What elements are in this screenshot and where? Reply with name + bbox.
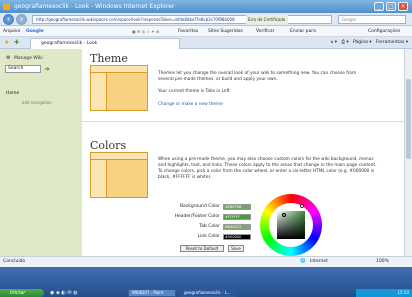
colors-preview-image bbox=[90, 152, 148, 198]
toolbar-icons: ▣ ✉ ◎ ☆ ✦ ⊕ bbox=[132, 29, 160, 34]
search-go-icon[interactable]: ➜ bbox=[44, 65, 50, 73]
current-theme-label: Your current theme is bbox=[158, 89, 206, 94]
clock: 15:50 bbox=[397, 290, 409, 295]
menu-verify[interactable]: Verificar bbox=[256, 26, 275, 36]
menu-send-to[interactable]: Enviar para bbox=[290, 26, 316, 36]
color-marker[interactable] bbox=[282, 213, 286, 217]
taskbar-item-browser[interactable]: geografiamesoclik - L... bbox=[180, 289, 236, 297]
window-title: geografiamesoclik - Look - Windows Inter… bbox=[14, 3, 175, 10]
status-bar: Concluído 🌐 Internet 100% bbox=[0, 256, 412, 267]
certificate-error-badge[interactable]: Erro de Certificado bbox=[246, 15, 288, 24]
section-divider bbox=[82, 121, 404, 122]
globe-icon: 🌐 bbox=[300, 259, 306, 264]
hue-marker[interactable] bbox=[300, 204, 304, 208]
tab-color-input[interactable]: #84A472 bbox=[223, 224, 251, 230]
background-color-label: Background Color bbox=[179, 204, 220, 209]
manage-wiki-link[interactable]: Manage Wiki bbox=[14, 56, 43, 61]
sidebar-item-home[interactable]: Home bbox=[6, 91, 19, 96]
menu-settings[interactable]: Configurações bbox=[368, 26, 400, 36]
print-icon[interactable]: ⎙ bbox=[341, 40, 345, 45]
theme-description: Themes let you change the overall look o… bbox=[158, 71, 357, 82]
wiki-sidebar: ⚙ Manage Wiki Search ➜ Home add navigati… bbox=[0, 49, 82, 256]
scrollbar-thumb[interactable] bbox=[406, 79, 411, 159]
favorites-star-icon[interactable]: ★ bbox=[4, 39, 9, 46]
forward-button[interactable]: › bbox=[16, 14, 27, 25]
link-color-input[interactable]: #000000 bbox=[223, 234, 251, 240]
main-content: Theme Themes let you change the overall … bbox=[82, 49, 404, 256]
tab-bar: ★ ✚ geografiamesoclik - Look ⌂ ▾ ⎙ ▾ Pág… bbox=[0, 37, 412, 49]
zoom-level[interactable]: 100% bbox=[376, 257, 389, 267]
change-theme-link[interactable]: Change or make a new theme bbox=[158, 102, 223, 108]
background-color-input[interactable]: #E8EFD6 bbox=[223, 204, 251, 210]
address-bar: ‹ › http://geografiamesoclik.wikispaces.… bbox=[0, 13, 412, 26]
start-button[interactable]: Iniciar bbox=[0, 289, 44, 297]
status-text: Concluído bbox=[3, 259, 26, 264]
menu-google[interactable]: Google bbox=[26, 26, 44, 36]
home-icon[interactable]: ⌂ bbox=[331, 40, 334, 45]
back-button[interactable]: ‹ bbox=[3, 14, 14, 25]
menu-file[interactable]: Arquivo bbox=[3, 26, 20, 36]
menu-suggested-sites[interactable]: Sites Sugeridos bbox=[208, 26, 243, 36]
wiki-search-input[interactable]: Search bbox=[5, 65, 41, 73]
manage-icon: ⚙ bbox=[6, 55, 11, 61]
browser-icon bbox=[3, 3, 10, 10]
quick-launch-icons[interactable]: ◉ ◈ ◐ ✉ ◍ bbox=[50, 290, 77, 296]
windows-taskbar: Iniciar ◉ ◈ ◐ ✉ ◍ WB4D07 - Paint geograf… bbox=[0, 267, 412, 297]
tab-color-label: Tab Color bbox=[199, 224, 220, 229]
menu-bar: Arquivo Google ▣ ✉ ◎ ☆ ✦ ⊕ Favoritos Sit… bbox=[0, 26, 412, 37]
maximize-button[interactable]: □ bbox=[386, 2, 396, 11]
command-bar: ⌂ ▾ ⎙ ▾ Página ▾ Ferramentas ▾ bbox=[330, 40, 409, 45]
theme-preview-image bbox=[90, 65, 148, 111]
link-color-label: Link Color bbox=[197, 234, 220, 239]
colors-heading: Colors bbox=[90, 139, 127, 152]
add-navigation-link[interactable]: add navigation bbox=[22, 100, 52, 105]
current-theme-line: Your current theme is Tabs in Left bbox=[158, 89, 368, 95]
vertical-scrollbar[interactable] bbox=[404, 49, 412, 256]
current-theme-value: Tabs in Left bbox=[205, 89, 230, 94]
colors-description: When using a pre-made theme, you may als… bbox=[158, 157, 377, 180]
window-titlebar: geografiamesoclik - Look - Windows Inter… bbox=[0, 0, 412, 13]
system-tray: 15:50 bbox=[356, 289, 412, 297]
menu-favorites[interactable]: Favoritos bbox=[178, 26, 198, 36]
menu-page[interactable]: Página bbox=[353, 40, 368, 45]
tab-current[interactable]: geografiamesoclik - Look bbox=[30, 38, 180, 49]
minimize-button[interactable]: _ bbox=[374, 2, 384, 11]
header-footer-color-label: Header/Footer Color bbox=[174, 214, 220, 219]
close-button[interactable]: × bbox=[398, 2, 408, 11]
page-viewport: ⚙ Manage Wiki Search ➜ Home add navigati… bbox=[0, 49, 404, 256]
reset-default-button[interactable]: Reset to Default bbox=[180, 245, 224, 252]
header-footer-color-input[interactable]: #FFFFFF bbox=[223, 214, 251, 220]
color-wheel-picker[interactable] bbox=[260, 194, 326, 256]
search-input[interactable]: Google bbox=[338, 15, 406, 24]
save-button[interactable]: Save bbox=[228, 245, 244, 252]
add-favorite-icon[interactable]: ✚ bbox=[14, 39, 19, 46]
menu-tools[interactable]: Ferramentas bbox=[376, 40, 404, 45]
theme-heading: Theme bbox=[90, 52, 128, 65]
internet-zone: Internet bbox=[310, 259, 328, 264]
taskbar-item-paint[interactable]: WB4D07 - Paint bbox=[128, 289, 176, 297]
